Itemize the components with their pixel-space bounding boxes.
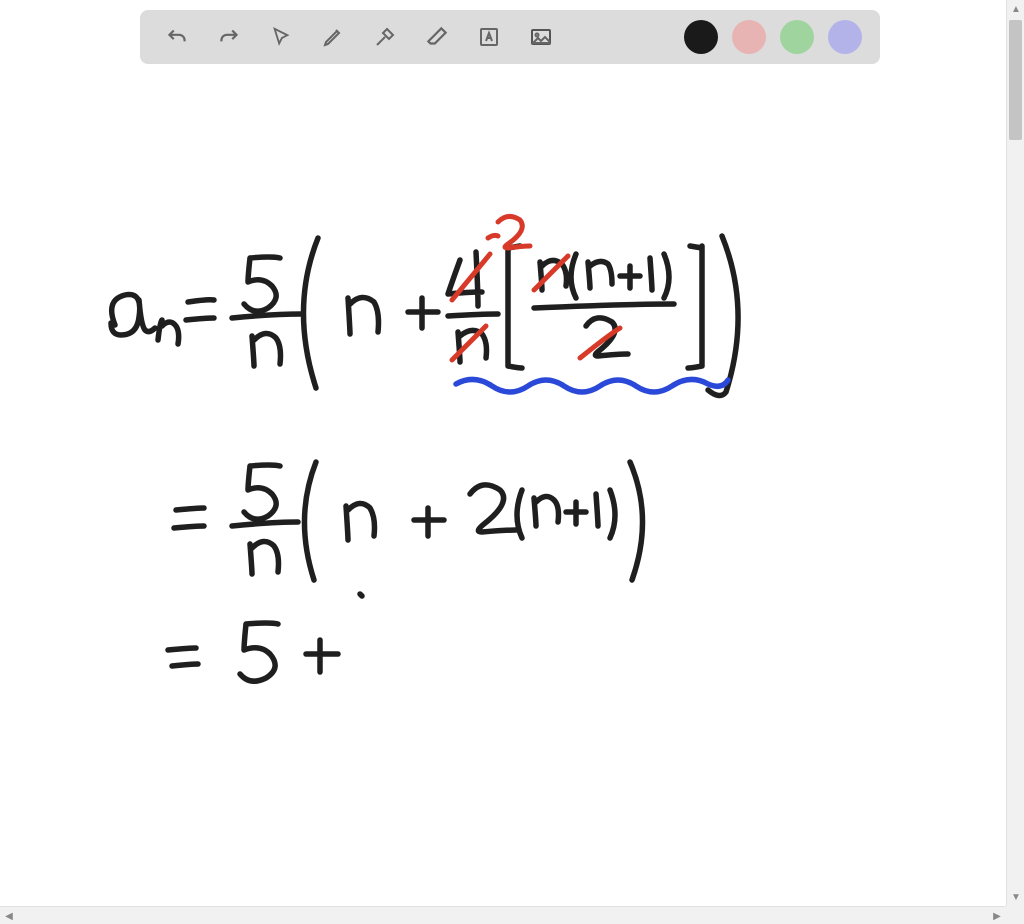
vscroll-track[interactable]	[1007, 18, 1024, 888]
image-button[interactable]	[522, 18, 560, 56]
canvas-viewport: ▲ ▼ ◀ ▶	[0, 0, 1024, 924]
tools-button[interactable]	[366, 18, 404, 56]
eraser-button[interactable]	[418, 18, 456, 56]
vertical-scrollbar[interactable]: ▲ ▼	[1006, 0, 1024, 906]
horizontal-scrollbar[interactable]: ◀ ▶	[0, 906, 1006, 924]
color-green[interactable]	[780, 20, 814, 54]
handwriting-svg	[0, 0, 1006, 906]
pointer-button[interactable]	[262, 18, 300, 56]
redo-button[interactable]	[210, 18, 248, 56]
scroll-right-arrow[interactable]: ▶	[988, 907, 1006, 924]
color-black[interactable]	[684, 20, 718, 54]
pointer-icon	[270, 26, 292, 48]
undo-button[interactable]	[158, 18, 196, 56]
drawing-canvas[interactable]	[0, 0, 1024, 924]
text-box-icon	[477, 25, 501, 49]
redo-icon	[216, 24, 242, 50]
pencil-button[interactable]	[314, 18, 352, 56]
eraser-icon	[424, 24, 450, 50]
whiteboard-app: ▲ ▼ ◀ ▶	[0, 0, 1024, 924]
scroll-down-arrow[interactable]: ▼	[1007, 888, 1024, 906]
undo-icon	[164, 24, 190, 50]
scroll-up-arrow[interactable]: ▲	[1007, 0, 1024, 18]
drawing-toolbar	[140, 10, 880, 64]
image-icon	[529, 25, 553, 49]
vscroll-thumb[interactable]	[1009, 20, 1022, 140]
color-blue[interactable]	[828, 20, 862, 54]
pencil-icon	[321, 25, 345, 49]
color-red[interactable]	[732, 20, 766, 54]
text-button[interactable]	[470, 18, 508, 56]
tools-icon	[373, 25, 397, 49]
scroll-left-arrow[interactable]: ◀	[0, 907, 18, 924]
scrollbar-corner	[1006, 906, 1024, 924]
